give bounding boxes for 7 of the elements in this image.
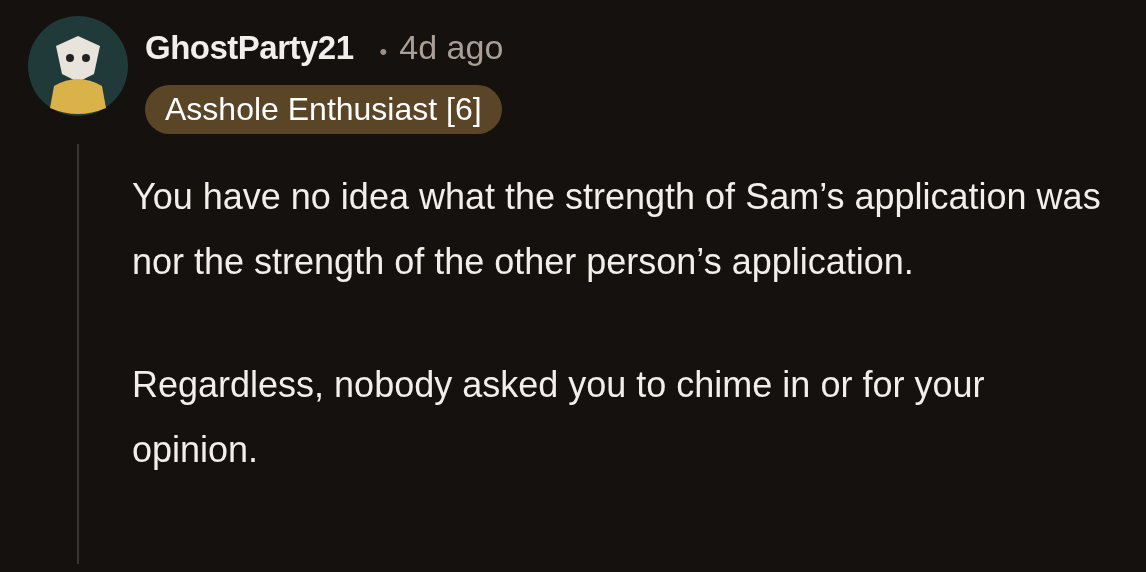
separator-dot: • [379, 39, 388, 65]
username[interactable]: GhostParty21 [145, 29, 354, 67]
comment-paragraph: Regardless, nobody asked you to chime in or for your opinion. [132, 363, 986, 472]
timestamp: 4d ago [399, 28, 504, 67]
user-flair: Asshole Enthusiast [6] [145, 85, 502, 134]
comment-paragraph: You have no idea what the strength of Sam’s application was nor the strength of the other person’s application. [132, 175, 1102, 284]
avatar-icon[interactable] [28, 16, 128, 116]
